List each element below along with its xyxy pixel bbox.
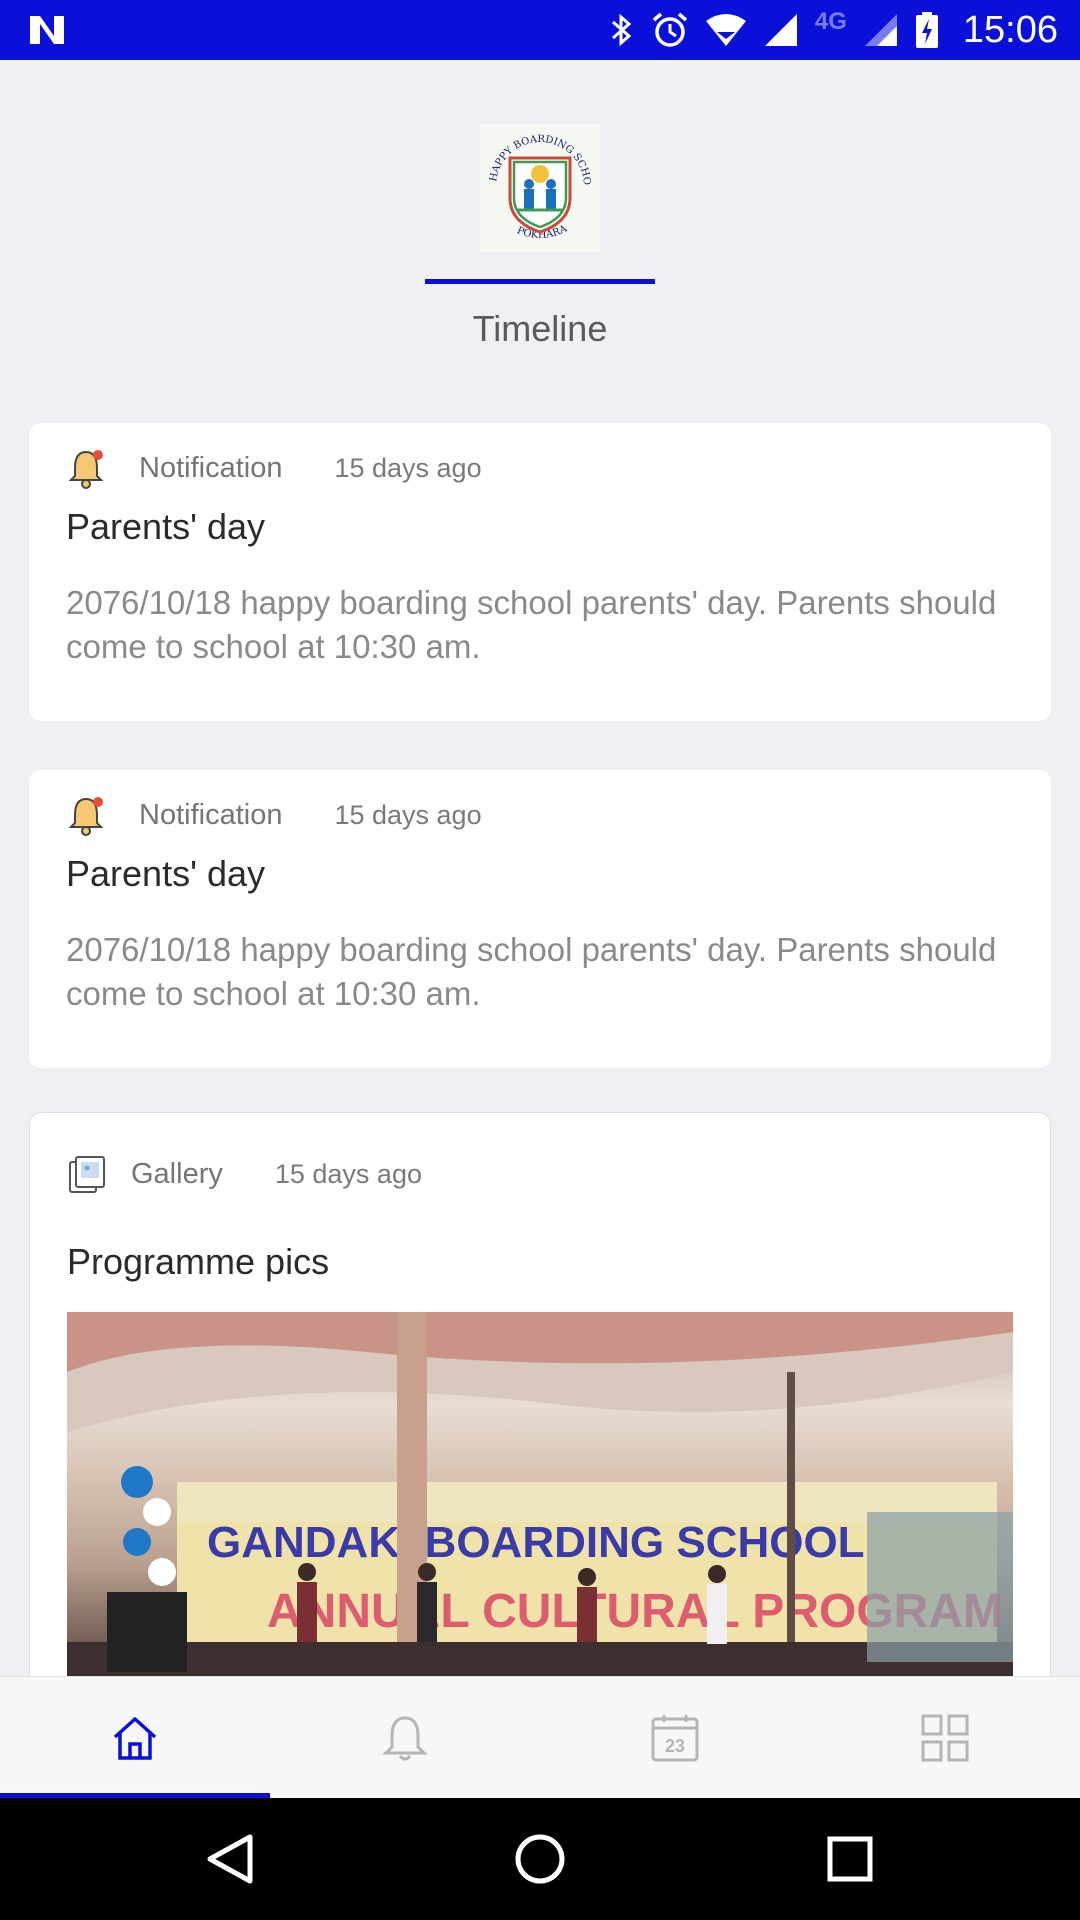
notification-card[interactable]: Notification 15 days ago Parents' day 20… bbox=[29, 770, 1051, 1068]
card-type-label: Gallery bbox=[131, 1157, 223, 1190]
back-button[interactable] bbox=[160, 1798, 300, 1920]
wifi-icon bbox=[705, 14, 746, 46]
nav-menu-button[interactable] bbox=[810, 1677, 1080, 1799]
tab-indicator bbox=[425, 279, 655, 284]
photo-banner-text: GANDAKI BOARDING SCHOOL bbox=[207, 1518, 865, 1567]
card-meta: Gallery 15 days ago bbox=[67, 1150, 422, 1198]
clock: 15:06 bbox=[962, 8, 1058, 51]
school-logo: HAPPY BOARDING SCHOOL POKHARA bbox=[476, 116, 600, 252]
card-title: Parents' day bbox=[66, 506, 265, 547]
page-title: Timeline bbox=[472, 308, 608, 349]
gallery-icon bbox=[69, 1156, 105, 1193]
system-navigation-bar bbox=[0, 1798, 1080, 1920]
card-title: Parents' day bbox=[66, 853, 265, 894]
nav-home-button[interactable] bbox=[0, 1677, 270, 1799]
network-type-label: 4G bbox=[814, 8, 847, 35]
grid-icon bbox=[921, 1714, 969, 1762]
card-body: 2076/10/18 happy boarding school parents… bbox=[66, 931, 997, 1012]
gallery-card[interactable]: Gallery 15 days ago Programme pics GANDA… bbox=[29, 1112, 1051, 1732]
header: HAPPY BOARDING SCHOOL POKHARA Timeline bbox=[0, 60, 1080, 390]
recents-square-icon bbox=[827, 1836, 873, 1882]
card-meta: Notification 15 days ago bbox=[66, 791, 482, 839]
recents-button[interactable] bbox=[780, 1798, 920, 1920]
notification-card[interactable]: Notification 15 days ago Parents' day 20… bbox=[29, 423, 1051, 721]
bell-outline-icon bbox=[382, 1716, 428, 1761]
nav-notifications-button[interactable] bbox=[270, 1677, 540, 1799]
card-time-ago: 15 days ago bbox=[274, 1158, 422, 1189]
home-circle-icon bbox=[515, 1834, 565, 1884]
calendar-icon: 23 bbox=[651, 1715, 699, 1762]
bell-icon bbox=[68, 450, 104, 489]
home-system-button[interactable] bbox=[470, 1798, 610, 1920]
card-body: 2076/10/18 happy boarding school parents… bbox=[66, 584, 997, 665]
calendar-day-label: 23 bbox=[665, 1736, 685, 1756]
card-time-ago: 15 days ago bbox=[334, 452, 482, 483]
card-time-ago: 15 days ago bbox=[334, 799, 482, 830]
card-title: Programme pics bbox=[67, 1241, 330, 1282]
bottom-navigation: 23 bbox=[0, 1676, 1080, 1799]
home-icon bbox=[113, 1717, 157, 1760]
bell-icon bbox=[68, 797, 104, 836]
back-triangle-icon bbox=[207, 1834, 253, 1884]
status-bar: 4G 15:06 bbox=[0, 0, 1080, 60]
card-meta: Notification 15 days ago bbox=[66, 444, 482, 492]
signal-icon-2 bbox=[864, 14, 897, 46]
battery-charging-icon bbox=[915, 12, 938, 48]
signal-icon bbox=[764, 14, 797, 46]
card-type-label: Notification bbox=[139, 798, 283, 831]
bluetooth-icon bbox=[611, 13, 632, 47]
gallery-photo[interactable]: GANDAKI BOARDING SCHOOL ANNUAL CULTURAL … bbox=[67, 1312, 1013, 1732]
card-type-label: Notification bbox=[139, 451, 283, 484]
nav-calendar-button[interactable]: 23 bbox=[540, 1677, 810, 1799]
notification-n-icon bbox=[30, 16, 64, 44]
alarm-icon bbox=[652, 12, 688, 47]
